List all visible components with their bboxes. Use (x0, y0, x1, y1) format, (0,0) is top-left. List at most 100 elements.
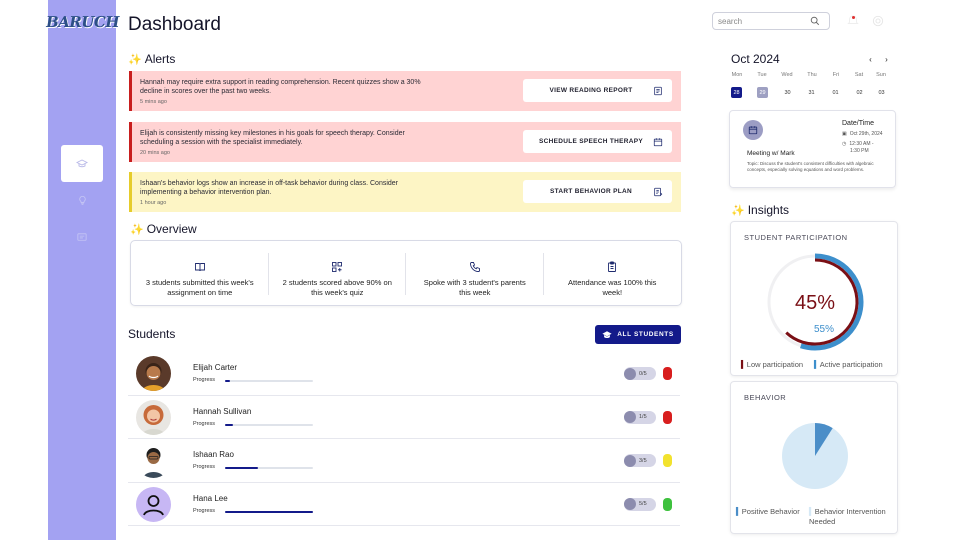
lightbulb-icon (78, 195, 86, 206)
start-behavior-plan-button[interactable]: START BEHAVIOR PLAN (523, 180, 672, 203)
score-badge[interactable]: 3/5 (624, 454, 656, 467)
participation-value: 45% (795, 292, 835, 314)
clipboard-icon (608, 261, 617, 272)
baruch-logo[interactable]: BARUCH (44, 5, 120, 39)
sidebar-item-insights[interactable] (61, 182, 103, 219)
chevron-right-icon: › (885, 55, 888, 64)
sidebar-item-students[interactable] (61, 145, 103, 182)
score-text: 1/5 (639, 414, 647, 420)
sparkle-icon: ✨ (731, 204, 745, 217)
calendar-day: Thu (807, 72, 817, 78)
datetime-label: Date/Time (842, 120, 875, 127)
overview-title: Overview (146, 222, 197, 236)
calendar-icon (653, 137, 663, 146)
students-title: Students (128, 327, 176, 341)
student-avatar (136, 399, 171, 435)
student-name: Ishaan Rao (193, 450, 234, 459)
progress-bar (225, 467, 313, 469)
sidebar: BARUCH (44, 0, 120, 540)
calendar-date[interactable]: 28 (731, 87, 742, 98)
student-avatar (136, 356, 171, 391)
meeting-card[interactable]: Meeting w/ Mark Date/Time ▣ Oct 29th, 202… (729, 110, 896, 188)
behavior-card: BEHAVIOR ▍Positive Behavior ▍Behavior In… (730, 381, 898, 534)
meeting-title: Meeting w/ Mark (747, 150, 795, 157)
alert-text: Hannah may require extra support in read… (140, 78, 421, 96)
overview-text: 2 students scored above 90% on this week… (282, 278, 392, 297)
notification-bell[interactable] (846, 13, 860, 27)
all-students-button[interactable]: ALL STUDENTS (595, 325, 681, 344)
view-reading-report-button[interactable]: VIEW READING REPORT (523, 79, 672, 102)
overview-card: 3 students submitted this week's assignm… (130, 240, 682, 306)
insights-heading: ✨ Insights (731, 203, 789, 217)
student-row[interactable]: Hannah Sullivan Progress 1/5 (128, 396, 680, 439)
student-row[interactable]: Elijah Carter Progress 0/5 (128, 352, 680, 396)
calendar-date[interactable]: 03 (876, 87, 887, 98)
calendar-date[interactable]: 29 (757, 87, 768, 98)
calendar-prev-button[interactable]: ‹ (865, 54, 876, 65)
score-text: 5/5 (639, 501, 647, 507)
score-badge[interactable]: 1/5 (624, 410, 656, 424)
calendar-day: Sat (854, 72, 864, 78)
search-box[interactable] (712, 12, 830, 30)
calendar-date[interactable]: 02 (854, 87, 865, 98)
score-badge[interactable]: 5/5 (624, 497, 656, 511)
alert-text: Ishaan's behavior logs show an increase … (140, 179, 399, 197)
logo-text: BARUCH (43, 13, 121, 31)
participation-chart: 45% 55% (767, 253, 864, 351)
search-icon[interactable] (810, 16, 820, 26)
score-icon (624, 454, 636, 467)
progress-label: Progress (193, 464, 216, 470)
progress-fill (225, 510, 313, 513)
phone-icon (469, 262, 480, 272)
calendar-month: Oct 2024 (731, 52, 780, 66)
participation-card: STUDENT PARTICIPATION 45% 55% ▍Low parti… (730, 221, 898, 376)
alert-time: 20 mins ago (140, 149, 170, 156)
student-row[interactable]: Hana Lee Progress 5/5 (128, 483, 680, 526)
schedule-speech-therapy-button[interactable]: SCHEDULE SPEECH THERAPY (523, 130, 672, 153)
student-row[interactable]: Ishaan Rao Progress 3/5 (128, 439, 680, 483)
chevron-left-icon: ‹ (869, 55, 872, 64)
student-avatar (136, 486, 171, 522)
meeting-date-text: Oct 29th, 2024 (849, 131, 883, 137)
user-icon (143, 494, 164, 515)
score-icon (624, 411, 636, 423)
calendar-day: Tue (757, 72, 767, 78)
meeting-time-end-text: 1:30 PM (850, 148, 869, 154)
alert-text: Elijah is consistently missing key miles… (140, 129, 405, 147)
overview-item: Attendance was 100% this week! (544, 241, 682, 305)
calendar-day: Sun (876, 72, 886, 78)
alerts-title: Alerts (144, 52, 176, 66)
overview-item: Spoke with 3 student's parents this week (406, 241, 544, 305)
calendar-date[interactable]: 30 (782, 87, 793, 98)
alert-time: 5 mins ago (140, 98, 167, 105)
sidebar-item-messages[interactable] (61, 219, 103, 256)
legend-active: ▍Active participation (814, 360, 883, 370)
legend-low: ▍Low participation (741, 360, 803, 370)
alert-time: 1 hour ago (140, 199, 167, 206)
calendar-date[interactable]: 31 (806, 87, 817, 98)
meeting-topic: Topic: Discuss the student's consistent … (747, 161, 874, 172)
search-input[interactable] (718, 16, 810, 26)
meeting-time-text: 12:30 AM - (849, 141, 874, 147)
alert-card: Hannah may require extra support in read… (129, 71, 681, 111)
calendar-next-button[interactable]: › (881, 54, 892, 65)
settings-button[interactable] (871, 14, 885, 28)
alerts-heading: ✨ Alerts (128, 52, 175, 66)
overview-text: Spoke with 3 student's parents this week (423, 278, 526, 297)
status-indicator (663, 410, 672, 424)
insights-title: Insights (747, 203, 790, 217)
score-icon (624, 367, 636, 380)
calendar-date[interactable]: 01 (830, 87, 841, 98)
calendar-day: Fri (832, 72, 840, 78)
overview-text: Attendance was 100% this week! (568, 278, 657, 297)
progress-fill (225, 423, 233, 426)
book-icon (194, 263, 205, 272)
meeting-time-end: 1:30 PM (850, 148, 869, 154)
score-badge[interactable]: 0/5 (624, 367, 656, 380)
graduation-cap-icon (76, 158, 88, 167)
legend-intervention: ▍Behavior Intervention Needed (809, 507, 897, 527)
score-icon (624, 498, 636, 510)
status-indicator (663, 367, 672, 380)
status-indicator (663, 454, 672, 467)
button-label: SCHEDULE SPEECH THERAPY (538, 137, 644, 145)
